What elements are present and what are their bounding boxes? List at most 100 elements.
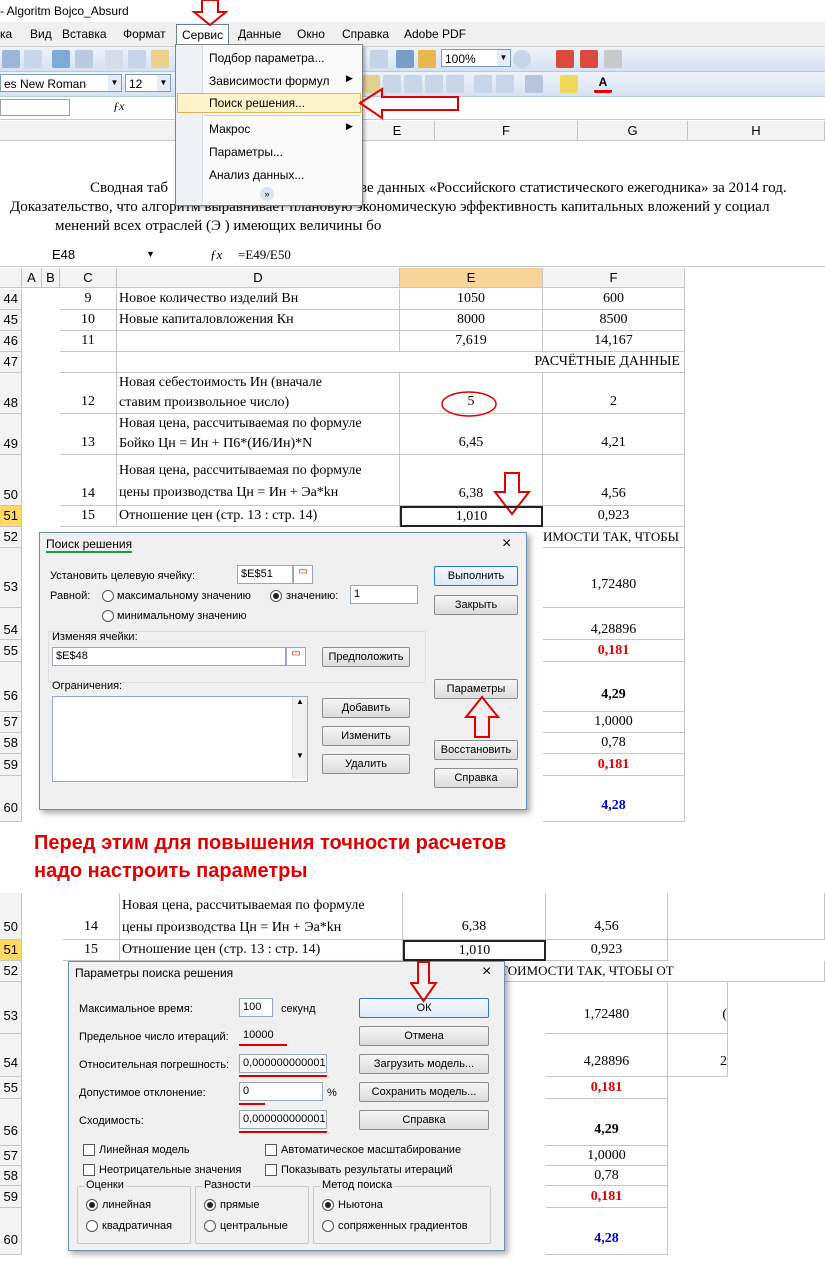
collapse-ref-icon[interactable]: ▭ xyxy=(293,565,313,584)
delete-button[interactable]: Удалить xyxy=(322,754,410,774)
target-input[interactable]: $E$51 xyxy=(237,565,293,584)
menu-item-goal-seek[interactable]: Подбор параметра... xyxy=(209,50,324,66)
precision-input[interactable]: 0,000000000001 xyxy=(239,1054,327,1073)
radio-max[interactable] xyxy=(102,590,114,602)
cell-f51[interactable]: 0,923 xyxy=(546,940,668,961)
row-header-57[interactable]: 57 xyxy=(0,712,22,733)
row-header-60[interactable]: 60 xyxy=(0,776,22,822)
help-button[interactable]: Справка xyxy=(359,1110,489,1130)
col-header-e[interactable]: E xyxy=(360,121,435,141)
cell-f54[interactable]: 4,28896 xyxy=(546,1034,668,1077)
row-header-51[interactable]: 51 xyxy=(0,940,22,961)
method-newton-radio[interactable] xyxy=(322,1199,334,1211)
fill-color-icon[interactable] xyxy=(560,75,578,93)
name-box[interactable] xyxy=(0,99,70,116)
col-header-g[interactable]: G xyxy=(578,121,688,141)
cell-f60[interactable]: 4,28 xyxy=(543,776,685,822)
row-header-59[interactable]: 59 xyxy=(0,754,22,776)
font-select[interactable]: es New Roman ▼ xyxy=(0,74,122,92)
cell-f58[interactable]: 0,78 xyxy=(546,1166,668,1186)
menu-data[interactable]: Данные xyxy=(238,26,281,42)
cell-f56[interactable]: 4,29 xyxy=(546,1099,668,1146)
col-header-e[interactable]: E xyxy=(400,268,543,288)
cell-f50[interactable]: 4,56 xyxy=(546,893,668,940)
row-header-58[interactable]: 58 xyxy=(0,733,22,754)
row-header-54[interactable]: 54 xyxy=(0,1034,22,1077)
help-icon[interactable] xyxy=(513,50,531,68)
cell-f57[interactable]: 1,0000 xyxy=(543,712,685,733)
row-header-57[interactable]: 57 xyxy=(0,1146,22,1166)
close-button[interactable]: Закрыть xyxy=(434,595,518,615)
max-time-input[interactable]: 100 xyxy=(239,998,273,1017)
cell-f53[interactable]: 1,72480 xyxy=(546,982,668,1034)
col-header-f[interactable]: F xyxy=(435,121,578,141)
run-button[interactable]: Выполнить xyxy=(434,566,518,586)
convergence-input[interactable]: 0,000000000001 xyxy=(239,1110,327,1129)
cell-g53[interactable]: ( xyxy=(668,982,728,1034)
menu-item-macro[interactable]: Макрос xyxy=(209,121,250,137)
restore-button[interactable]: Восстановить xyxy=(434,740,518,760)
autoscale-label[interactable]: Автоматическое масштабирование xyxy=(281,1143,461,1157)
drawing-icon[interactable] xyxy=(418,50,436,68)
show-iter-label[interactable]: Показывать результаты итераций xyxy=(281,1163,453,1177)
iter-input[interactable]: 10000 xyxy=(239,1026,287,1045)
cell-d51[interactable]: Отношение цен (стр. 13 : стр. 14) xyxy=(120,940,403,961)
namebox-dropdown-icon[interactable]: ▼ xyxy=(146,249,155,259)
row-header-52[interactable]: 52 xyxy=(0,961,22,982)
row-header-56[interactable]: 56 xyxy=(0,662,22,712)
col-header-c[interactable]: C xyxy=(60,268,117,288)
size-select[interactable]: 12 ▼ xyxy=(125,74,171,92)
diff-central-radio[interactable] xyxy=(204,1220,216,1232)
pdf-review-icon[interactable] xyxy=(604,50,622,68)
row-header-58[interactable]: 58 xyxy=(0,1166,22,1186)
radio-value-label[interactable]: значению: xyxy=(286,589,338,603)
cell-f57[interactable]: 1,0000 xyxy=(546,1146,668,1166)
research-icon[interactable] xyxy=(75,50,93,68)
menu-adobe-pdf[interactable]: Adobe PDF xyxy=(404,26,466,42)
diff-forward-radio[interactable] xyxy=(204,1199,216,1211)
save-model-button[interactable]: Сохранить модель... xyxy=(359,1082,489,1102)
menu-item-options[interactable]: Параметры... xyxy=(209,144,283,160)
preview-icon[interactable] xyxy=(24,50,42,68)
cell-c51[interactable]: 15 xyxy=(63,940,120,961)
corner-cell[interactable] xyxy=(0,268,22,288)
cell-e51[interactable]: 1,010 xyxy=(403,940,546,961)
col-header-d[interactable]: D xyxy=(117,268,400,288)
increase-indent-icon[interactable] xyxy=(496,75,514,93)
col-header-b[interactable]: B xyxy=(42,268,60,288)
row-header-53[interactable]: 53 xyxy=(0,548,22,608)
collapse-ref-icon[interactable]: ▭ xyxy=(286,647,306,666)
borders-icon[interactable] xyxy=(525,75,543,93)
tolerance-input[interactable]: 0 xyxy=(239,1082,323,1101)
cell-f60[interactable]: 4,28 xyxy=(546,1208,668,1255)
decrease-indent-icon[interactable] xyxy=(474,75,492,93)
col-header-a[interactable]: A xyxy=(22,268,42,288)
help-button[interactable]: Справка xyxy=(434,768,518,788)
menu-help[interactable]: Справка xyxy=(342,26,389,42)
cell-f53[interactable]: 1,72480 xyxy=(543,548,685,608)
linear-label[interactable]: Линейная модель xyxy=(99,1143,190,1157)
add-button[interactable]: Добавить xyxy=(322,698,410,718)
change-button[interactable]: Изменить xyxy=(322,726,410,746)
paste-icon[interactable] xyxy=(151,50,169,68)
show-iter-checkbox[interactable] xyxy=(265,1164,277,1176)
cell-d50[interactable]: Новая цена, рассчитываемая по формуле цен… xyxy=(120,893,403,940)
row-header-59[interactable]: 59 xyxy=(0,1186,22,1208)
constraints-list[interactable]: ▲ ▼ xyxy=(52,696,308,782)
cancel-button[interactable]: Отмена xyxy=(359,1026,489,1046)
menu-service[interactable]: Сервис xyxy=(176,24,230,46)
menu-edit[interactable]: ка xyxy=(0,26,12,42)
est-quadratic-radio[interactable] xyxy=(86,1220,98,1232)
zoom-select[interactable]: 100% ▼ xyxy=(441,49,511,67)
autoscale-checkbox[interactable] xyxy=(265,1144,277,1156)
cell-f54[interactable]: 4,28896 xyxy=(543,608,685,640)
cell-f59[interactable]: 0,181 xyxy=(546,1186,668,1208)
radio-min[interactable] xyxy=(102,610,114,622)
col-header-f[interactable]: F xyxy=(543,268,685,288)
radio-value[interactable] xyxy=(270,590,282,602)
guess-button[interactable]: Предположить xyxy=(322,647,410,667)
row-header-52[interactable]: 52 xyxy=(0,527,22,548)
row-header-60[interactable]: 60 xyxy=(0,1208,22,1255)
menu-item-data-analysis[interactable]: Анализ данных... xyxy=(209,167,304,183)
linear-checkbox[interactable] xyxy=(83,1144,95,1156)
